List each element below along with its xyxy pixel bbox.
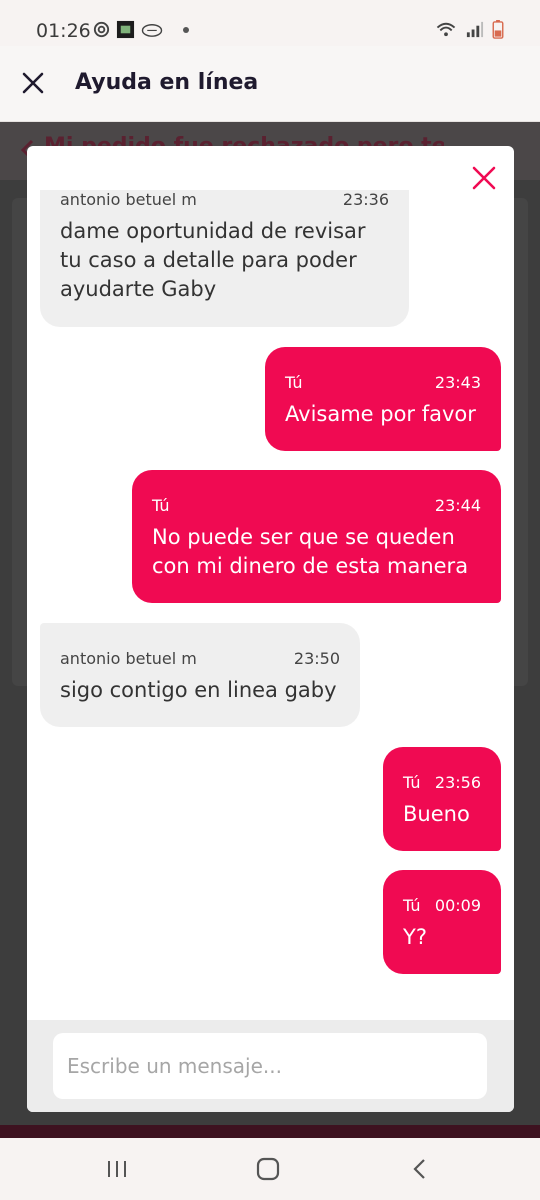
message-text: No puede ser que se queden con mi dinero… [152,523,481,581]
message-line: Avisame por favor [285,402,476,426]
message-input[interactable] [53,1033,487,1099]
message-meta: Tú 23:44 [152,496,481,515]
background-bottom-bar [0,1125,540,1138]
cloud-icon [141,24,163,37]
message-text: Avisame por favor [285,400,481,429]
message-meta: Tú 23:43 [285,373,481,392]
message-time: 23:50 [293,649,340,668]
status-icons-left [92,20,189,39]
wifi-icon [436,22,456,37]
message-bubble-user: Tú 23:43 Avisame por favor [265,347,501,451]
message-meta: Tú 00:09 [403,896,481,915]
status-time: 01:26 [36,20,91,42]
message-time: 00:09 [434,896,481,915]
system-nav-bar [0,1138,540,1200]
message-bubble-user: Tú 00:09 Y? [383,870,501,974]
message-sender: antonio betuel m [60,190,197,209]
message-text: dame oportunidad de revisar tu caso a de… [60,217,389,304]
message-meta: antonio betuel m 23:50 [60,649,340,668]
app-header: Ayuda en línea [0,46,540,122]
message-line: Y? [403,925,427,949]
chat-modal: antonio betuel m 23:36 dame oportunidad … [27,146,514,1112]
message-meta: antonio betuel m 23:36 [60,190,389,209]
message-sender: Tú [403,773,421,792]
message-sender: Tú [152,496,170,515]
message-bubble-user: Tú 23:56 Bueno [383,747,501,851]
message-line: No puede ser que se queden [152,525,455,549]
status-icons-right [435,20,504,39]
home-icon[interactable] [254,1155,282,1183]
message-list: antonio betuel m 23:36 dame oportunidad … [27,190,514,1020]
app-logo-icon [116,20,135,39]
recent-apps-icon[interactable] [103,1155,131,1183]
message-line: tu caso a detalle para poder [60,248,357,272]
message-sender: Tú [285,373,303,392]
message-time: 23:44 [434,496,481,515]
signal-icon [466,21,484,38]
message-text: Bueno [403,800,481,829]
notification-dot [183,26,189,33]
message-bubble-user: Tú 23:44 No puede ser que se queden con … [132,470,501,603]
message-line: Bueno [403,802,470,826]
message-time: 23:56 [434,773,481,792]
message-meta: Tú 23:56 [403,773,481,792]
message-line: sigo contigo en linea gaby [60,678,337,702]
back-icon[interactable] [406,1155,434,1183]
message-time: 23:36 [342,190,389,209]
message-sender: Tú [403,896,421,915]
message-line: con mi dinero de esta manera [152,554,469,578]
message-line: dame oportunidad de revisar [60,219,366,243]
sync-icon [93,21,110,38]
message-time: 23:43 [434,373,481,392]
message-bubble-agent: antonio betuel m 23:36 dame oportunidad … [40,190,409,327]
message-text: Y? [403,923,481,952]
message-line: ayudarte Gaby [60,277,217,301]
battery-icon [492,20,504,39]
page-title: Ayuda en línea [75,70,259,95]
close-icon[interactable] [19,69,47,97]
message-sender: antonio betuel m [60,649,197,668]
message-bubble-agent: antonio betuel m 23:50 sigo contigo en l… [40,623,360,727]
message-text: sigo contigo en linea gaby [60,676,340,705]
message-composer [27,1020,514,1112]
